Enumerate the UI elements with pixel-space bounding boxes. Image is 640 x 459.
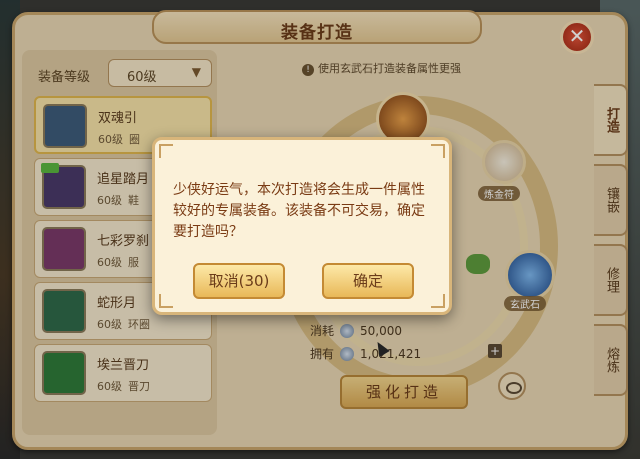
corner-ornament <box>159 294 173 308</box>
corner-ornament <box>159 144 173 158</box>
corner-ornament <box>431 144 445 158</box>
corner-ornament <box>431 294 445 308</box>
confirm-dialog: 少侠好运气，本次打造将会生成一件属性较好的专属装备。该装备不可交易，确定要打造吗… <box>152 137 452 315</box>
dialog-message: 少侠好运气，本次打造将会生成一件属性较好的专属装备。该装备不可交易，确定要打造吗… <box>173 182 425 240</box>
cancel-button[interactable]: 取消(30) <box>193 263 285 299</box>
confirm-button[interactable]: 确定 <box>322 263 414 299</box>
